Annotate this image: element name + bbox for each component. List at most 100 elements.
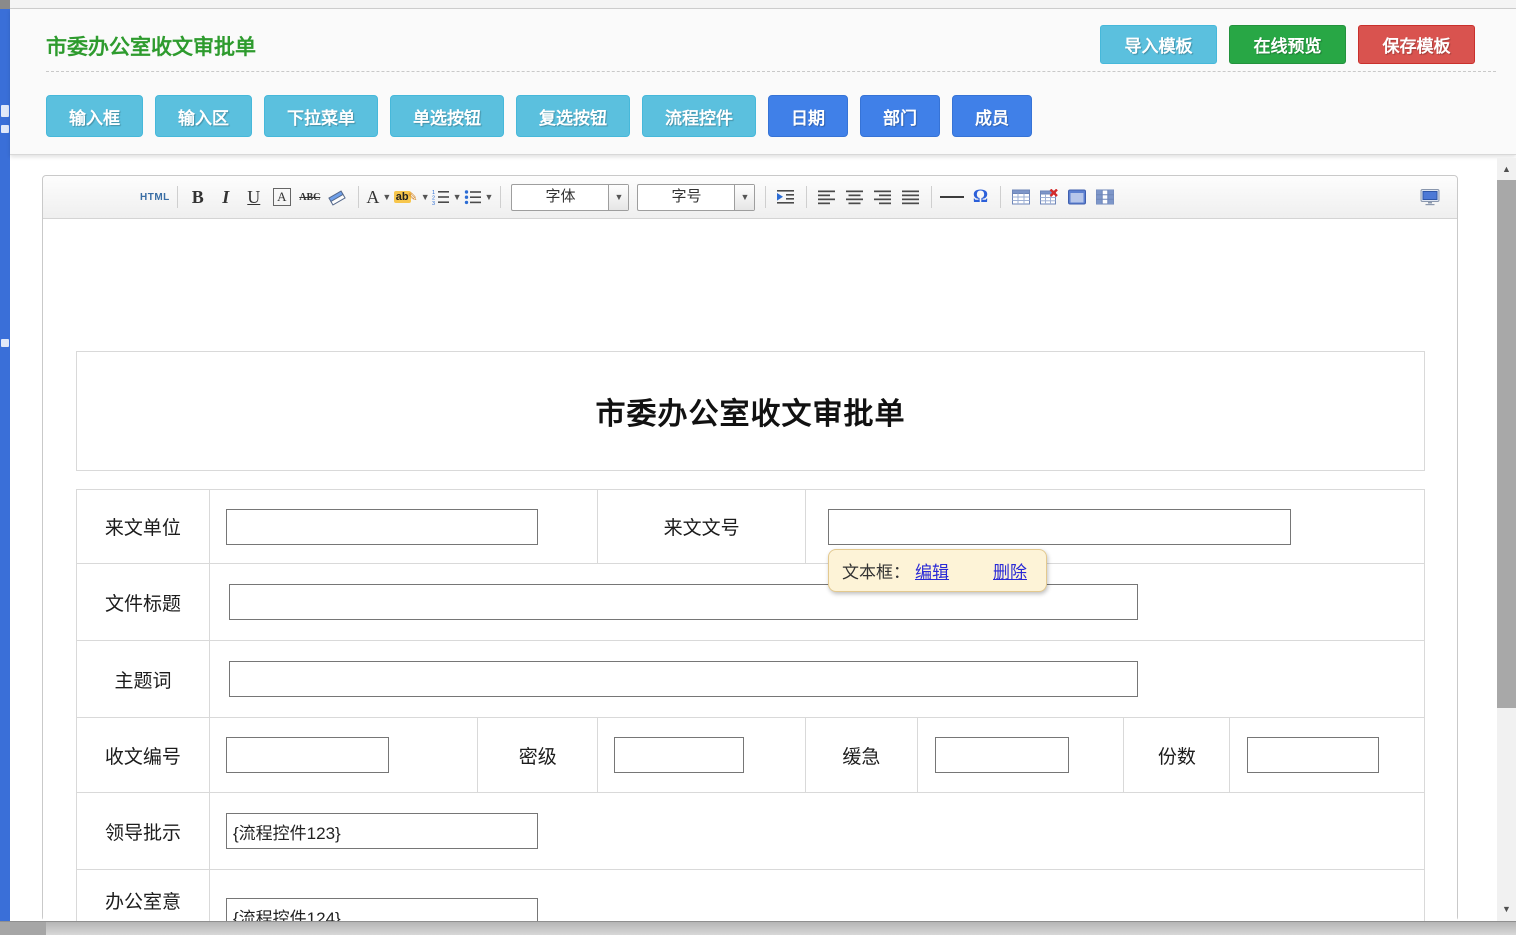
html-source-icon[interactable]: HTML (140, 184, 170, 210)
font-family-select[interactable]: 字体 ▼ (511, 184, 629, 211)
keywords-input[interactable] (229, 661, 1138, 697)
tooltip-label: 文本框： (842, 558, 910, 583)
field-label: 文件标题 (105, 589, 181, 616)
add-member-button[interactable]: 成员 (952, 95, 1032, 137)
sidebar-edge-glyph (1, 125, 9, 133)
sidebar-edge-glyph (1, 105, 9, 117)
add-radio-button[interactable]: 单选按钮 (390, 95, 504, 137)
svg-text:3: 3 (432, 201, 435, 205)
editor-content[interactable]: 市委办公室收文审批单 来文单位 来文文号 文件标题 主题词 (43, 219, 1457, 921)
align-left-icon[interactable] (814, 184, 840, 210)
table-row: 领导批示 (77, 793, 1424, 870)
special-char-icon[interactable]: Ω (967, 184, 993, 210)
form-table: 来文单位 来文文号 文件标题 主题词 (76, 489, 1425, 935)
align-justify-icon[interactable] (898, 184, 924, 210)
window-top-edge (0, 0, 1516, 9)
sidebar-edge (0, 9, 10, 935)
align-right-icon[interactable] (870, 184, 896, 210)
fullscreen-icon[interactable] (1417, 184, 1443, 210)
form-title-box: 市委办公室收文审批单 (76, 351, 1425, 471)
horizontal-rule-icon[interactable] (939, 184, 965, 210)
cell-properties-icon[interactable] (1092, 184, 1118, 210)
font-color-icon[interactable]: A▼ (366, 184, 392, 210)
add-department-button[interactable]: 部门 (860, 95, 940, 137)
header-panel: 市委办公室收文审批单 输入框 输入区 下拉菜单 单选按钮 复选按钮 流程控件 日… (10, 9, 1516, 155)
add-flow-control-button[interactable]: 流程控件 (642, 95, 756, 137)
delete-table-icon[interactable] (1036, 184, 1062, 210)
add-date-button[interactable]: 日期 (768, 95, 848, 137)
char-border-icon[interactable]: A (269, 184, 295, 210)
leader-remark-input[interactable] (226, 813, 538, 849)
vertical-scrollbar[interactable]: ▲ ▼ (1497, 158, 1516, 921)
toolbar-separator (765, 186, 766, 208)
chevron-down-icon: ▼ (453, 192, 462, 202)
strikethrough-icon[interactable]: ABC (297, 184, 323, 210)
delete-widget-link[interactable]: 删除 (993, 558, 1027, 583)
import-template-button[interactable]: 导入模板 (1100, 25, 1217, 64)
scrollbar-up-icon[interactable]: ▲ (1497, 158, 1516, 180)
field-label: 来文文号 (664, 513, 740, 540)
editor-toolbar: HTML B I U A ABC A▼ ab✎▼ 1 2 3 (43, 176, 1457, 219)
source-unit-input[interactable] (226, 509, 538, 545)
label-cell: 密级 (478, 718, 598, 792)
chevron-down-icon: ▼ (421, 192, 430, 202)
unordered-list-icon[interactable]: ▼ (464, 184, 494, 210)
font-size-select[interactable]: 字号 ▼ (637, 184, 755, 211)
online-preview-button[interactable]: 在线预览 (1229, 25, 1346, 64)
field-label: 办公室意 (105, 887, 181, 914)
field-label: 收文编号 (105, 742, 181, 769)
divider (46, 71, 1496, 72)
toolbar-separator (1000, 186, 1001, 208)
input-cell (210, 490, 598, 563)
input-cell (918, 718, 1125, 792)
add-input-box-button[interactable]: 输入框 (46, 95, 143, 137)
chevron-down-icon[interactable]: ▼ (608, 185, 628, 210)
underline-icon[interactable]: U (241, 184, 267, 210)
table-properties-icon[interactable] (1064, 184, 1090, 210)
receipt-no-input[interactable] (226, 737, 389, 773)
window-bottom-edge (0, 921, 1516, 935)
secrecy-input[interactable] (614, 737, 744, 773)
widget-tooltip: 文本框： 编辑 删除 (828, 549, 1047, 592)
pencil-icon: ✎ (408, 190, 418, 204)
italic-icon[interactable]: I (213, 184, 239, 210)
highlight-color-icon[interactable]: ab✎▼ (394, 184, 430, 210)
window-top-corner (0, 0, 10, 9)
field-label: 密级 (519, 742, 557, 769)
label-cell: 领导批示 (77, 793, 210, 869)
add-textarea-button[interactable]: 输入区 (155, 95, 252, 137)
field-label: 份数 (1158, 742, 1196, 769)
input-cell (598, 718, 806, 792)
bold-icon[interactable]: B (185, 184, 211, 210)
scrollbar-down-icon[interactable]: ▼ (1497, 898, 1516, 920)
chevron-down-icon: ▼ (382, 192, 391, 202)
edit-widget-link[interactable]: 编辑 (915, 558, 949, 583)
chevron-down-icon[interactable]: ▼ (734, 185, 754, 210)
field-label: 领导批示 (105, 818, 181, 845)
add-dropdown-button[interactable]: 下拉菜单 (264, 95, 378, 137)
ordered-list-icon[interactable]: 1 2 3 ▼ (432, 184, 462, 210)
field-label: 缓急 (842, 742, 880, 769)
form-title: 市委办公室收文审批单 (596, 389, 906, 433)
input-cell (210, 718, 479, 792)
urgency-input[interactable] (935, 737, 1069, 773)
indent-icon[interactable] (773, 184, 799, 210)
doc-number-input[interactable] (828, 509, 1291, 545)
label-cell: 文件标题 (77, 564, 210, 640)
scrollbar-thumb[interactable] (1497, 180, 1516, 708)
align-center-icon[interactable] (842, 184, 868, 210)
save-template-button[interactable]: 保存模板 (1358, 25, 1475, 64)
label-cell: 收文编号 (77, 718, 210, 792)
label-cell: 来文单位 (77, 490, 210, 563)
remove-format-icon[interactable] (325, 184, 351, 210)
input-cell (210, 564, 1424, 640)
sidebar-edge-glyph (1, 339, 9, 347)
widget-button-row: 输入框 输入区 下拉菜单 单选按钮 复选按钮 流程控件 日期 部门 成员 (46, 95, 1032, 137)
add-checkbox-button[interactable]: 复选按钮 (516, 95, 630, 137)
copies-input[interactable] (1247, 737, 1379, 773)
input-cell (1230, 718, 1424, 792)
chevron-down-icon: ▼ (485, 192, 494, 202)
insert-table-icon[interactable] (1008, 184, 1034, 210)
toolbar-separator (931, 186, 932, 208)
rich-text-editor: HTML B I U A ABC A▼ ab✎▼ 1 2 3 (42, 175, 1458, 921)
